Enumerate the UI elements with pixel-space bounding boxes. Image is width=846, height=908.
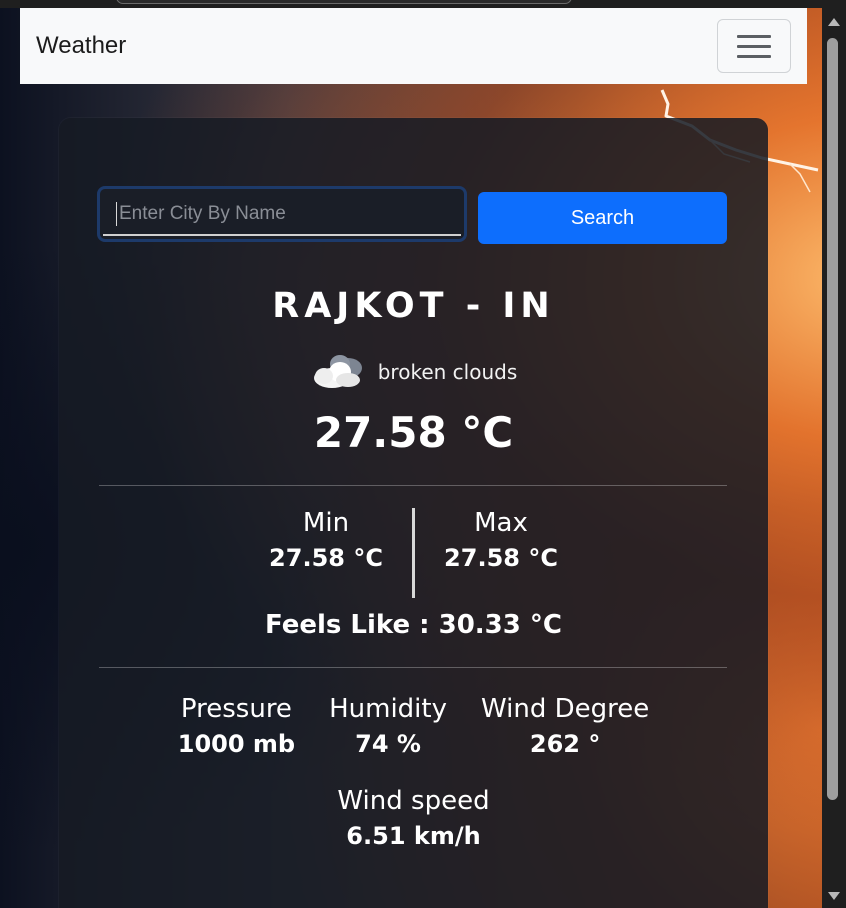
- min-value: 27.58 °C: [269, 544, 383, 572]
- navbar-toggler-button[interactable]: [717, 19, 791, 73]
- pressure-label: Pressure: [180, 694, 292, 724]
- max-label: Max: [474, 508, 528, 538]
- scroll-down-arrow-icon[interactable]: [828, 892, 840, 900]
- scroll-up-arrow-icon[interactable]: [828, 18, 840, 26]
- min-max-row: Min 27.58 °C Max 27.58 °C: [59, 508, 768, 598]
- browser-frame: Weather Enter City By Name Search RAJKOT…: [0, 0, 846, 908]
- text-caret: [116, 202, 117, 226]
- pressure-value: 1000 mb: [177, 730, 296, 758]
- wind-speed-label: Wind speed: [337, 786, 490, 816]
- min-max-separator: [412, 508, 415, 598]
- condition-row: broken clouds: [59, 352, 768, 392]
- city-search-placeholder: Enter City By Name: [119, 203, 286, 224]
- condition-description: broken clouds: [377, 360, 518, 384]
- hamburger-icon-bar: [737, 44, 771, 48]
- search-row: Enter City By Name Search: [97, 186, 727, 244]
- divider-bottom: [99, 667, 727, 668]
- wind-speed-block: Wind speed 6.51 km/h: [59, 786, 768, 850]
- page-viewport: Weather Enter City By Name Search RAJKOT…: [0, 8, 822, 908]
- wind-degree-value: 262 °: [529, 730, 601, 758]
- hamburger-icon-bar: [737, 54, 771, 58]
- broken-clouds-icon: [313, 355, 362, 388]
- input-underline: [103, 234, 461, 236]
- vertical-scrollbar[interactable]: [822, 8, 846, 908]
- search-button[interactable]: Search: [478, 192, 727, 244]
- city-name: RAJKOT - IN: [272, 286, 555, 326]
- pressure-block: Pressure 1000 mb: [178, 694, 295, 758]
- humidity-block: Humidity 74 %: [329, 694, 447, 758]
- min-label: Min: [302, 508, 350, 538]
- navbar-brand[interactable]: Weather: [36, 32, 126, 60]
- max-temp-block: Max 27.58 °C: [416, 508, 586, 598]
- humidity-label: Humidity: [329, 694, 447, 724]
- scrollbar-thumb[interactable]: [827, 38, 838, 800]
- max-value: 27.58 °C: [444, 544, 558, 572]
- divider-top: [99, 485, 727, 486]
- window-top-pill: [116, 0, 572, 4]
- wind-speed-value: 6.51 km/h: [346, 822, 481, 850]
- wind-degree-label: Wind Degree: [480, 694, 650, 724]
- stats-row: Pressure 1000 mb Humidity 74 % Wind Degr…: [59, 694, 768, 758]
- navbar: Weather: [20, 8, 807, 84]
- wind-degree-block: Wind Degree 262 °: [481, 694, 649, 758]
- feels-like: Feels Like : 30.33 °C: [265, 610, 562, 640]
- hamburger-icon: [737, 34, 771, 38]
- min-temp-block: Min 27.58 °C: [241, 508, 411, 598]
- current-temperature: 27.58 °C: [313, 408, 514, 457]
- humidity-value: 74 %: [355, 730, 421, 758]
- city-search-input[interactable]: Enter City By Name: [97, 186, 467, 242]
- weather-card: Enter City By Name Search RAJKOT - IN br…: [59, 118, 768, 908]
